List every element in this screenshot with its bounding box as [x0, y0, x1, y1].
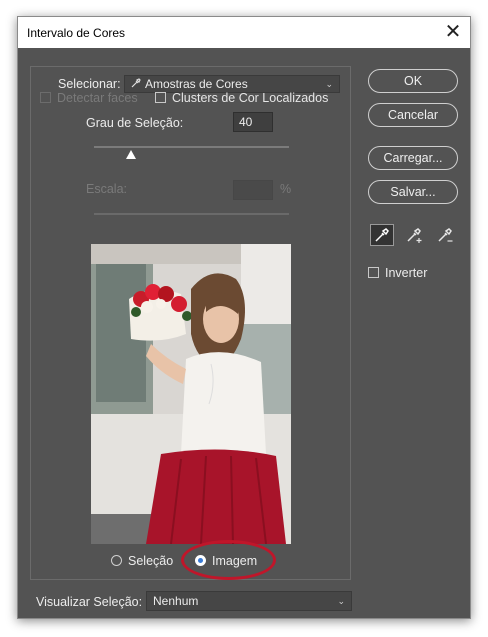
view-selection-label: Visualizar Seleção: [36, 595, 143, 609]
detect-faces-label: Detectar faces [57, 91, 138, 105]
invert-checkbox[interactable] [368, 267, 379, 278]
fuzziness-input[interactable]: 40 [233, 112, 273, 132]
close-icon[interactable]: ✕ [436, 17, 470, 48]
view-selection-dropdown[interactable]: Nenhum ⌄ [146, 591, 352, 611]
fuzziness-label: Grau de Seleção: [86, 116, 184, 130]
preview-image [91, 244, 291, 544]
title-bar: Intervalo de Cores ✕ [18, 17, 470, 48]
selection-radio-label: Seleção [128, 554, 174, 568]
chevron-down-icon: ⌄ [337, 596, 345, 606]
scale-unit: % [280, 182, 292, 196]
selection-radio[interactable] [111, 555, 122, 566]
fuzziness-slider-track[interactable] [94, 146, 289, 148]
cancel-button[interactable]: Cancelar [368, 103, 458, 127]
fuzziness-slider-thumb[interactable] [126, 150, 136, 159]
chevron-down-icon: ⌄ [325, 79, 333, 89]
view-selection-value: Nenhum [153, 594, 199, 608]
load-button[interactable]: Carregar... [368, 146, 458, 170]
eyedropper-icon [131, 76, 141, 92]
eyedropper-plus-icon[interactable] [403, 224, 427, 246]
clusters-option[interactable]: Clusters de Cor Localizados [155, 91, 328, 105]
scale-input [233, 180, 273, 200]
select-value: Amostras de Cores [145, 77, 248, 91]
color-range-dialog: Intervalo de Cores ✕ Selecionar: Amostra… [17, 16, 471, 619]
preview-selection-option[interactable]: Seleção [111, 554, 173, 568]
ok-button[interactable]: OK [368, 69, 458, 93]
save-button[interactable]: Salvar... [368, 180, 458, 204]
detect-faces-checkbox [40, 92, 51, 103]
scale-label: Escala: [86, 182, 127, 196]
clusters-checkbox[interactable] [155, 92, 166, 103]
select-label: Selecionar: [58, 77, 121, 91]
invert-label: Inverter [385, 266, 428, 280]
invert-option[interactable]: Inverter [368, 266, 427, 280]
clusters-label: Clusters de Cor Localizados [172, 91, 329, 105]
eyedropper-icon[interactable] [370, 224, 394, 246]
detect-faces-option: Detectar faces [40, 91, 138, 105]
eyedropper-minus-icon[interactable] [434, 224, 458, 246]
scale-slider-track [94, 213, 289, 215]
highlight-ellipse [181, 540, 276, 580]
window-title: Intervalo de Cores [27, 26, 126, 40]
